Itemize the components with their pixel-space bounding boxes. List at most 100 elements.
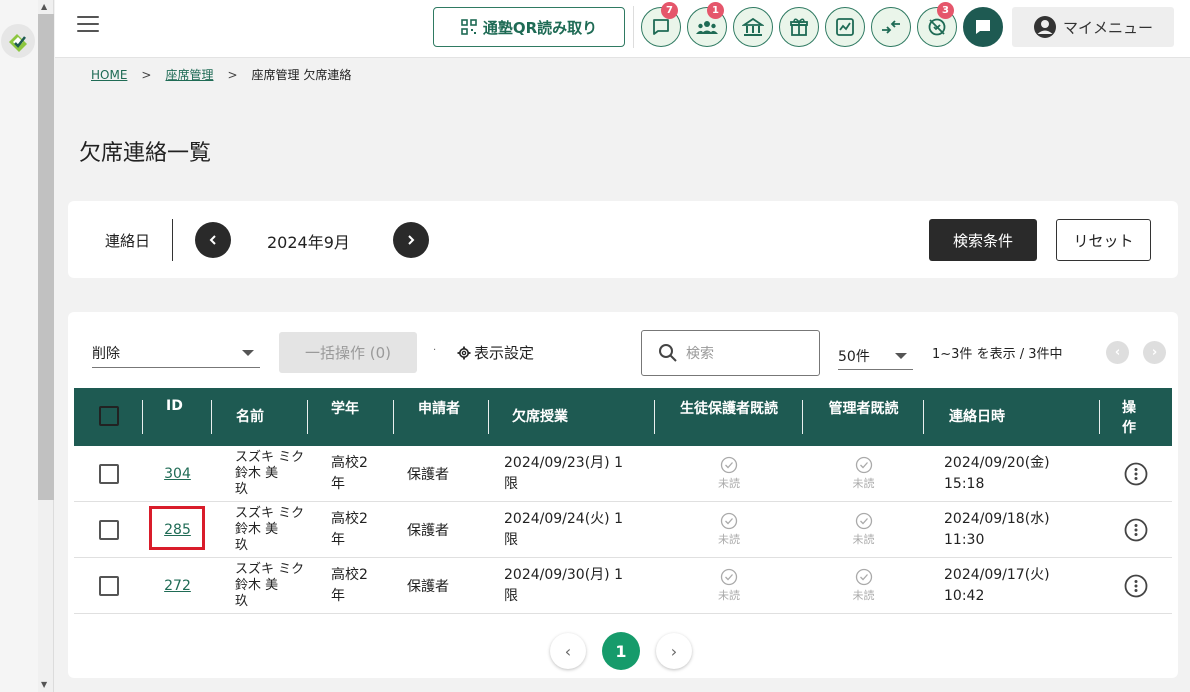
my-menu-button[interactable]: マイメニュー <box>1012 7 1174 47</box>
actions-cell <box>1100 558 1172 614</box>
bulk-action-value: 削除 <box>92 345 120 362</box>
row-checkbox[interactable] <box>98 575 119 596</box>
search-input[interactable]: 検索 <box>641 330 820 376</box>
per-page-value: 50件 <box>838 348 870 365</box>
next-month-button[interactable] <box>393 222 429 258</box>
name-kana: スズキ ミク <box>235 505 305 521</box>
name-cell: スズキ ミク 鈴木 美 玖 <box>212 446 308 502</box>
absence-table: ID 名前 学年 申請者 欠席授業 生徒保護者既読 管理者既読 連絡日時 操作 … <box>74 388 1172 614</box>
chat-button[interactable] <box>963 7 1003 47</box>
scroll-down-arrow-icon[interactable]: ▼ <box>41 680 47 689</box>
previous-month-button[interactable] <box>195 222 231 258</box>
check-circle-icon <box>855 568 872 586</box>
guardian-read-cell: 未読 <box>655 558 803 614</box>
grade-line2: 年 <box>331 531 345 548</box>
account-circle-icon <box>1033 16 1056 38</box>
guardian-read-status: 未読 <box>718 477 740 490</box>
header-grade[interactable]: 学年 <box>308 388 394 446</box>
header-id[interactable]: ID <box>143 388 212 446</box>
app-logo-icon[interactable] <box>1 24 35 58</box>
absence-alerts-button[interactable]: 3 <box>917 2 957 47</box>
more-options-icon[interactable] <box>1124 574 1148 598</box>
current-month: 2024年9月 <box>267 233 350 252</box>
breadcrumb-current: 座席管理 欠席連絡 <box>251 68 352 82</box>
header-guardian-read[interactable]: 生徒保護者既読 <box>655 388 803 446</box>
absent-class-line1: 2024/09/24(火) 1 <box>504 510 623 527</box>
messages-button[interactable]: 7 <box>641 2 681 47</box>
result-range-text: 1~3件 を表示 / 3件中 <box>932 347 1063 362</box>
display-settings-button[interactable]: 表示設定 <box>457 342 534 363</box>
header-contact-datetime[interactable]: 連絡日時 <box>924 388 1100 446</box>
record-id-link[interactable]: 272 <box>164 578 191 594</box>
admin-read-status: 未読 <box>852 533 875 546</box>
next-page-arrow-icon[interactable]: › <box>1143 341 1166 364</box>
student-name: スズキ ミク 鈴木 美 玖 <box>235 506 304 554</box>
breadcrumb: HOME > 座席管理 > 座席管理 欠席連絡 <box>91 66 351 83</box>
grade-line1: 高校2 <box>331 510 368 527</box>
per-page-select[interactable]: 50件 <box>838 342 913 370</box>
row-checkbox[interactable] <box>98 463 119 484</box>
select-all-checkbox[interactable] <box>98 406 119 426</box>
breadcrumb-home-link[interactable]: HOME <box>91 68 127 82</box>
absence-alerts-badge: 3 <box>937 2 954 19</box>
grade-line2: 年 <box>331 475 345 492</box>
filter-divider <box>172 219 173 261</box>
prev-page-arrow-icon[interactable]: ‹ <box>1106 341 1129 364</box>
absent-class-line2: 限 <box>504 531 518 548</box>
contact-time: 15:18 <box>944 475 985 492</box>
header-admin-read[interactable]: 管理者既読 <box>803 388 924 446</box>
admin-read-status: 未読 <box>852 477 875 490</box>
reset-button[interactable]: リセット <box>1056 219 1151 261</box>
table-row[interactable]: 272 スズキ ミク 鈴木 美 玖 高校2 年 保護者 2024/09/30(月… <box>74 558 1172 614</box>
messages-badge: 7 <box>661 2 678 19</box>
scroll-up-arrow-icon[interactable]: ▲ <box>41 2 47 11</box>
chevron-left-icon <box>209 235 216 245</box>
table-row[interactable]: 304 スズキ ミク 鈴木 美 玖 高校2 年 保護者 2024/09/23(月… <box>74 446 1172 502</box>
guardian-read-status: 未読 <box>718 589 740 602</box>
applicant-cell: 保護者 <box>407 466 449 483</box>
absent-class-line1: 2024/09/23(月) 1 <box>504 454 623 471</box>
students-button[interactable]: 1 <box>687 2 727 47</box>
grade-line2: 年 <box>331 587 345 604</box>
name-kanji: 鈴木 美 <box>235 465 279 481</box>
qr-scan-button[interactable]: 通塾QR読み取り <box>433 7 625 47</box>
header-actions: 操作 <box>1100 388 1140 446</box>
bulk-action-select[interactable]: 削除 <box>92 340 260 368</box>
gift-button[interactable] <box>779 7 819 47</box>
report-button[interactable] <box>825 7 865 47</box>
header-checkbox-cell <box>74 388 143 446</box>
top-header: 通塾QR読み取り 7 1 3 マイメニュー <box>55 0 1190 58</box>
gift-icon <box>790 18 808 36</box>
transfer-button[interactable] <box>871 7 911 47</box>
table-row[interactable]: 285 スズキ ミク 鈴木 美 玖 高校2 年 保護者 2024/09/24(火… <box>74 502 1172 558</box>
my-menu-label: マイメニュー <box>1062 18 1153 37</box>
student-name: スズキ ミク 鈴木 美 玖 <box>235 562 304 610</box>
row-checkbox-cell <box>74 446 143 502</box>
pagination-next-icon[interactable]: › <box>656 633 692 669</box>
left-rail <box>0 0 38 692</box>
pagination: ‹ 1 › <box>550 632 692 670</box>
alert-off-icon <box>928 18 946 36</box>
bulk-operation-button[interactable]: 一括操作 (0) <box>279 332 417 373</box>
breadcrumb-seat-link[interactable]: 座席管理 <box>165 66 213 83</box>
scrollbar-thumb[interactable] <box>38 14 54 500</box>
row-checkbox[interactable] <box>98 519 119 540</box>
check-circle-icon <box>855 456 872 474</box>
guardian-read-cell: 未読 <box>655 446 803 502</box>
absent-class-cell: 2024/09/24(火) 1 限 <box>489 502 655 558</box>
name-kana: スズキ ミク <box>235 561 305 577</box>
pagination-prev-icon[interactable]: ‹ <box>550 633 586 669</box>
page-scrollbar[interactable]: ▲ ▼ <box>38 0 54 692</box>
more-options-icon[interactable] <box>1124 462 1148 486</box>
hamburger-menu-icon[interactable] <box>77 16 99 34</box>
record-id-link[interactable]: 304 <box>164 466 191 482</box>
search-conditions-button[interactable]: 検索条件 <box>929 219 1037 261</box>
name-cell: スズキ ミク 鈴木 美 玖 <box>212 502 308 558</box>
header-absent-class[interactable]: 欠席授業 <box>489 388 655 446</box>
school-button[interactable] <box>733 7 773 47</box>
header-name[interactable]: 名前 <box>212 388 308 446</box>
pagination-current-page[interactable]: 1 <box>602 632 640 670</box>
more-options-icon[interactable] <box>1124 518 1148 542</box>
header-applicant[interactable]: 申請者 <box>394 388 489 446</box>
contact-time: 11:30 <box>944 531 985 548</box>
